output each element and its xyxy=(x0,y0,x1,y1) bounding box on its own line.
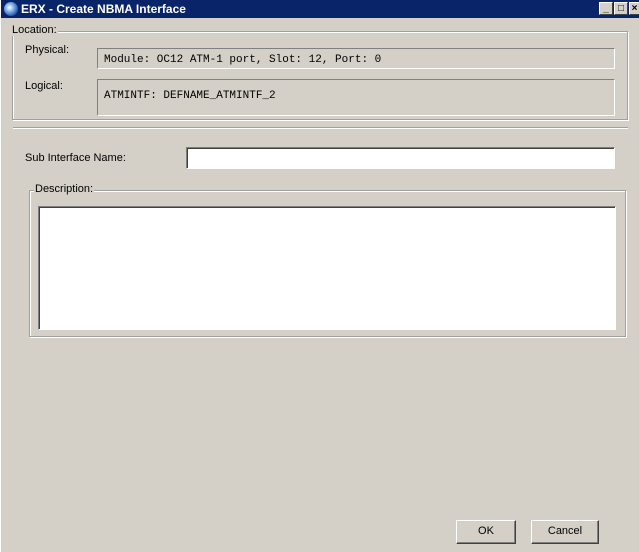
ok-button[interactable]: OK xyxy=(456,520,516,544)
close-button[interactable]: × xyxy=(629,2,639,15)
sub-interface-label: Sub Interface Name: xyxy=(25,152,126,164)
maximize-button[interactable]: □ xyxy=(614,2,628,15)
logical-value: ATMINTF: DEFNAME_ATMINTF_2 xyxy=(104,90,276,102)
sub-interface-name-input[interactable] xyxy=(186,147,615,169)
dialog-window: ERX - Create NBMA Interface _ □ × Locati… xyxy=(0,0,639,552)
title-bar[interactable]: ERX - Create NBMA Interface _ □ × xyxy=(1,0,639,18)
logical-value-field: ATMINTF: DEFNAME_ATMINTF_2 xyxy=(97,79,615,116)
description-textarea[interactable] xyxy=(38,206,616,330)
description-legend: Description: xyxy=(34,183,95,195)
cancel-button[interactable]: Cancel xyxy=(531,520,599,544)
separator xyxy=(13,127,628,129)
physical-value-field: Module: OC12 ATM-1 port, Slot: 12, Port:… xyxy=(97,48,615,69)
location-legend: Location: xyxy=(11,24,58,36)
app-globe-icon xyxy=(4,2,18,16)
physical-label: Physical: xyxy=(25,44,70,56)
minimize-button[interactable]: _ xyxy=(599,2,613,15)
logical-label: Logical: xyxy=(25,80,63,92)
physical-value: Module: OC12 ATM-1 port, Slot: 12, Port:… xyxy=(104,54,382,66)
window-title: ERX - Create NBMA Interface xyxy=(21,2,186,16)
